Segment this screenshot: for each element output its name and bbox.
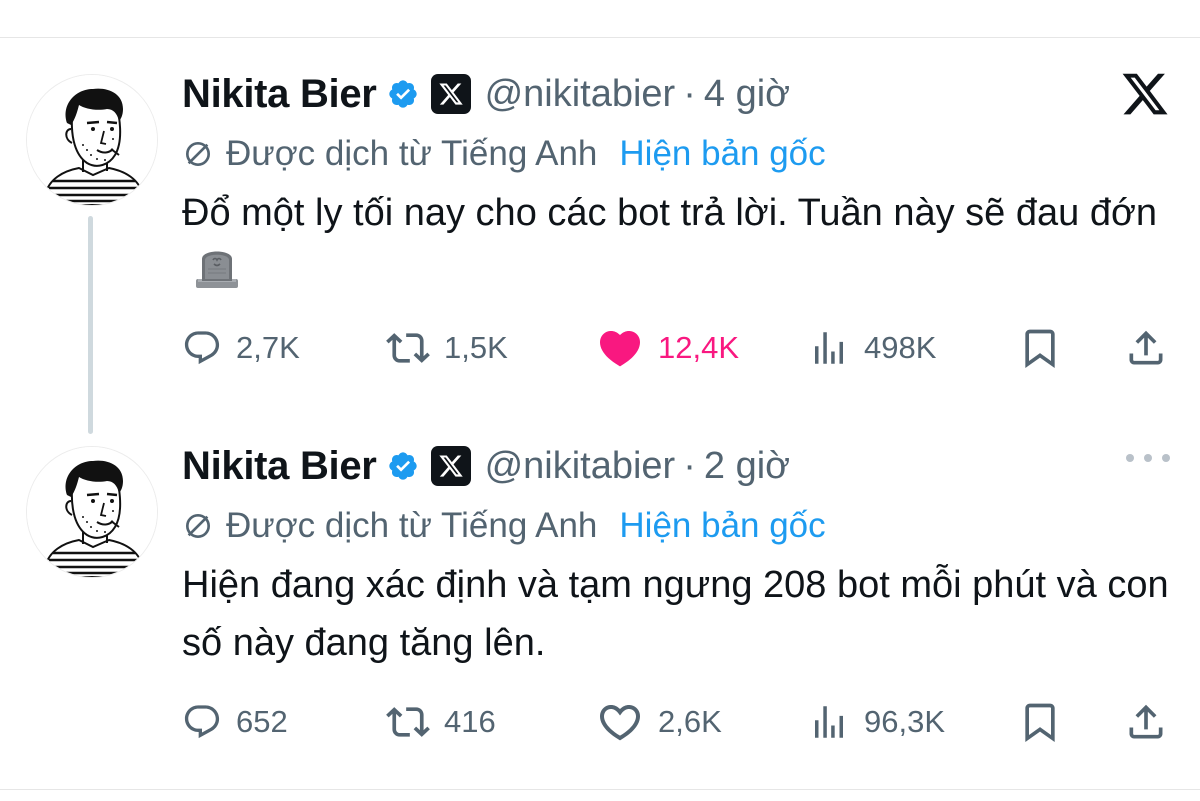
bottom-divider: [0, 789, 1200, 790]
like-button[interactable]: 2,6K: [596, 694, 722, 750]
show-original-link[interactable]: Hiện bản gốc: [619, 134, 825, 174]
author-handle[interactable]: @nikitabier: [485, 73, 676, 116]
verified-badge-icon: [387, 450, 419, 482]
repost-button[interactable]: 416: [386, 694, 496, 750]
show-original-link[interactable]: Hiện bản gốc: [619, 506, 825, 546]
reply-icon: [182, 702, 222, 742]
reply-count: 652: [236, 704, 288, 739]
translated-label: Được dịch từ Tiếng Anh: [226, 134, 598, 173]
view-count: 498K: [864, 330, 937, 365]
verified-badge-icon: [387, 78, 419, 110]
translate-icon: [182, 510, 214, 542]
headstone-icon: [192, 245, 242, 289]
author-handle[interactable]: @nikitabier: [485, 445, 676, 488]
reply-count: 2,7K: [236, 330, 300, 365]
tweet[interactable]: Nikita Bier @nikitabier · 2 giờ Được dịc…: [0, 438, 1200, 798]
timestamp[interactable]: 4 giờ: [704, 73, 790, 116]
views-button[interactable]: 498K: [808, 320, 936, 376]
reply-icon: [182, 328, 222, 368]
share-icon: [1124, 700, 1168, 744]
separator-dot: ·: [683, 444, 696, 487]
views-button[interactable]: 96,3K: [808, 694, 945, 750]
top-divider: [0, 37, 1200, 38]
repost-count: 416: [444, 704, 496, 739]
x-logo-icon: [1120, 69, 1170, 119]
tweet-text-content: Đổ một ly tối nay cho các bot trả lời. T…: [182, 192, 1158, 234]
translation-notice: Được dịch từ Tiếng Anh Hiện bản gốc: [182, 502, 826, 550]
bookmark-icon: [1018, 326, 1062, 370]
avatar[interactable]: [26, 446, 158, 578]
translate-icon: [182, 138, 214, 170]
separator-dot: ·: [683, 72, 696, 115]
x-affiliate-badge-icon[interactable]: [430, 446, 471, 486]
repost-icon: [386, 326, 430, 370]
avatar[interactable]: [26, 74, 158, 206]
tweet-header: Nikita Bier @nikitabier · 2 giờ: [182, 438, 790, 494]
author-name[interactable]: Nikita Bier: [182, 72, 377, 117]
author-name[interactable]: Nikita Bier: [182, 444, 377, 489]
like-count: 12,4K: [658, 330, 740, 365]
more-icon[interactable]: [1126, 452, 1170, 464]
share-button[interactable]: [1124, 320, 1168, 376]
translated-label: Được dịch từ Tiếng Anh: [226, 506, 598, 545]
reply-button[interactable]: 2,7K: [182, 320, 300, 376]
views-icon: [808, 327, 850, 369]
action-bar: 2,7K 1,5K 12,4K 498K: [182, 320, 1172, 376]
tweet-text: Đổ một ly tối nay cho các bot trả lời. T…: [182, 184, 1172, 300]
action-bar: 652 416 2,6K 96,3K: [182, 694, 1172, 750]
timestamp[interactable]: 2 giờ: [704, 445, 790, 488]
bookmark-button[interactable]: [1018, 694, 1062, 750]
tweet-header: Nikita Bier @nikitabier · 4 giờ: [182, 66, 790, 122]
heart-icon: [596, 698, 644, 746]
repost-button[interactable]: 1,5K: [386, 320, 508, 376]
bookmark-button[interactable]: [1018, 320, 1062, 376]
view-count: 96,3K: [864, 704, 946, 739]
share-button[interactable]: [1124, 694, 1168, 750]
share-icon: [1124, 326, 1168, 370]
bookmark-icon: [1018, 700, 1062, 744]
heart-filled-icon: [596, 324, 644, 372]
x-affiliate-badge-icon[interactable]: [430, 74, 471, 114]
translation-notice: Được dịch từ Tiếng Anh Hiện bản gốc: [182, 130, 826, 178]
tweet-text-content: Hiện đang xác định và tạm ngưng 208 bot …: [182, 564, 1169, 664]
views-icon: [808, 701, 850, 743]
tweet[interactable]: Nikita Bier @nikitabier · 4 giờ Được dịc…: [0, 66, 1200, 426]
like-count: 2,6K: [658, 704, 722, 739]
like-button[interactable]: 12,4K: [596, 320, 739, 376]
tweet-text: Hiện đang xác định và tạm ngưng 208 bot …: [182, 556, 1172, 672]
repost-count: 1,5K: [444, 330, 508, 365]
repost-icon: [386, 700, 430, 744]
reply-button[interactable]: 652: [182, 694, 288, 750]
